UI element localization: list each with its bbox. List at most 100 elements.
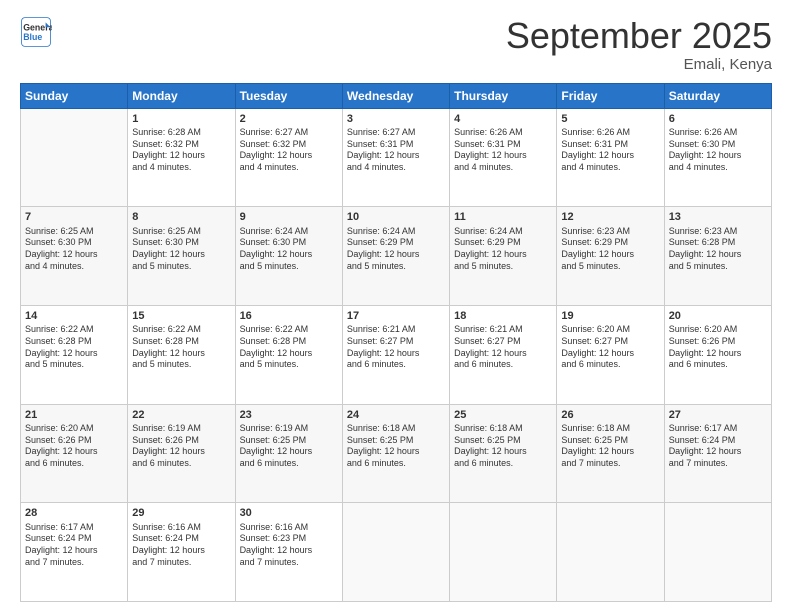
day-info: Sunrise: 6:18 AM Sunset: 6:25 PM Dayligh… — [561, 423, 659, 470]
day-number: 1 — [132, 112, 230, 126]
col-tuesday: Tuesday — [235, 83, 342, 108]
table-row: 11Sunrise: 6:24 AM Sunset: 6:29 PM Dayli… — [450, 207, 557, 306]
day-number: 27 — [669, 408, 767, 422]
table-row: 7Sunrise: 6:25 AM Sunset: 6:30 PM Daylig… — [21, 207, 128, 306]
day-number: 28 — [25, 506, 123, 520]
day-info: Sunrise: 6:21 AM Sunset: 6:27 PM Dayligh… — [454, 324, 552, 371]
calendar-week-row: 28 Sunrise: 6:17 AM Sunset: 6:24 PM Dayli… — [21, 503, 772, 602]
logo-icon: General Blue — [20, 16, 52, 48]
table-row: 28 Sunrise: 6:17 AM Sunset: 6:24 PM Dayli… — [21, 503, 128, 602]
table-row: 9 Sunrise: 6:24 AM Sunset: 6:30 PM Daylig… — [235, 207, 342, 306]
table-row: 15Sunrise: 6:22 AM Sunset: 6:28 PM Dayli… — [128, 305, 235, 404]
table-row: 25Sunrise: 6:18 AM Sunset: 6:25 PM Dayli… — [450, 404, 557, 503]
col-friday: Friday — [557, 83, 664, 108]
table-row — [557, 503, 664, 602]
day-info: Sunrise: 6:28 AM Sunset: 6:32 PM Dayligh… — [132, 127, 230, 174]
calendar-week-row: 1Sunrise: 6:28 AM Sunset: 6:32 PM Daylig… — [21, 108, 772, 207]
day-number: 6 — [669, 112, 767, 126]
day-info: Sunrise: 6:18 AM Sunset: 6:25 PM Dayligh… — [454, 423, 552, 470]
day-number: 23 — [240, 408, 338, 422]
svg-text:General: General — [23, 22, 52, 32]
day-number: 9 — [240, 210, 338, 224]
table-row: 17Sunrise: 6:21 AM Sunset: 6:27 PM Dayli… — [342, 305, 449, 404]
location: Emali, Kenya — [506, 56, 772, 73]
day-info: Sunrise: 6:22 AM Sunset: 6:28 PM Dayligh… — [25, 324, 123, 371]
day-number: 14 — [25, 309, 123, 323]
day-number: 13 — [669, 210, 767, 224]
day-info: Sunrise: 6:25 AM Sunset: 6:30 PM Dayligh… — [132, 226, 230, 273]
table-row: 8 Sunrise: 6:25 AM Sunset: 6:30 PM Daylig… — [128, 207, 235, 306]
day-info: Sunrise: 6:23 AM Sunset: 6:28 PM Dayligh… — [669, 226, 767, 273]
table-row — [664, 503, 771, 602]
table-row: 2Sunrise: 6:27 AM Sunset: 6:32 PM Daylig… — [235, 108, 342, 207]
title-block: September 2025 Emali, Kenya — [506, 16, 772, 73]
table-row: 27Sunrise: 6:17 AM Sunset: 6:24 PM Dayli… — [664, 404, 771, 503]
day-info: Sunrise: 6:26 AM Sunset: 6:31 PM Dayligh… — [454, 127, 552, 174]
day-number: 20 — [669, 309, 767, 323]
day-info: Sunrise: 6:24 AM Sunset: 6:30 PM Dayligh… — [240, 226, 338, 273]
day-number: 22 — [132, 408, 230, 422]
day-info: Sunrise: 6:18 AM Sunset: 6:25 PM Dayligh… — [347, 423, 445, 470]
month-title: September 2025 — [506, 16, 772, 56]
day-info: Sunrise: 6:27 AM Sunset: 6:31 PM Dayligh… — [347, 127, 445, 174]
calendar-table: Sunday Monday Tuesday Wednesday Thursday… — [20, 83, 772, 602]
day-number: 16 — [240, 309, 338, 323]
table-row: 4Sunrise: 6:26 AM Sunset: 6:31 PM Daylig… — [450, 108, 557, 207]
day-number: 26 — [561, 408, 659, 422]
table-row: 5Sunrise: 6:26 AM Sunset: 6:31 PM Daylig… — [557, 108, 664, 207]
day-info: Sunrise: 6:20 AM Sunset: 6:26 PM Dayligh… — [25, 423, 123, 470]
day-info: Sunrise: 6:16 AM Sunset: 6:24 PM Dayligh… — [132, 522, 230, 569]
col-monday: Monday — [128, 83, 235, 108]
day-number: 8 — [132, 210, 230, 224]
table-row: 26Sunrise: 6:18 AM Sunset: 6:25 PM Dayli… — [557, 404, 664, 503]
table-row: 14Sunrise: 6:22 AM Sunset: 6:28 PM Dayli… — [21, 305, 128, 404]
day-info: Sunrise: 6:23 AM Sunset: 6:29 PM Dayligh… — [561, 226, 659, 273]
table-row: 12 Sunrise: 6:23 AM Sunset: 6:29 PM Dayli… — [557, 207, 664, 306]
day-info: Sunrise: 6:27 AM Sunset: 6:32 PM Dayligh… — [240, 127, 338, 174]
day-number: 15 — [132, 309, 230, 323]
day-info: Sunrise: 6:20 AM Sunset: 6:27 PM Dayligh… — [561, 324, 659, 371]
day-info: Sunrise: 6:26 AM Sunset: 6:30 PM Dayligh… — [669, 127, 767, 174]
day-number: 29 — [132, 506, 230, 520]
col-wednesday: Wednesday — [342, 83, 449, 108]
day-number: 2 — [240, 112, 338, 126]
table-row: 6Sunrise: 6:26 AM Sunset: 6:30 PM Daylig… — [664, 108, 771, 207]
day-info: Sunrise: 6:19 AM Sunset: 6:25 PM Dayligh… — [240, 423, 338, 470]
table-row — [342, 503, 449, 602]
table-row: 30 Sunrise: 6:16 AM Sunset: 6:23 PM Dayli… — [235, 503, 342, 602]
table-row: 19Sunrise: 6:20 AM Sunset: 6:27 PM Dayli… — [557, 305, 664, 404]
day-number: 12 — [561, 210, 659, 224]
table-row — [21, 108, 128, 207]
table-row — [450, 503, 557, 602]
day-info: Sunrise: 6:17 AM Sunset: 6:24 PM Dayligh… — [669, 423, 767, 470]
day-number: 4 — [454, 112, 552, 126]
day-number: 7 — [25, 210, 123, 224]
day-number: 3 — [347, 112, 445, 126]
day-info: Sunrise: 6:22 AM Sunset: 6:28 PM Dayligh… — [132, 324, 230, 371]
day-number: 17 — [347, 309, 445, 323]
day-number: 19 — [561, 309, 659, 323]
day-info: Sunrise: 6:24 AM Sunset: 6:29 PM Dayligh… — [347, 226, 445, 273]
calendar-header-row: Sunday Monday Tuesday Wednesday Thursday… — [21, 83, 772, 108]
table-row: 22Sunrise: 6:19 AM Sunset: 6:26 PM Dayli… — [128, 404, 235, 503]
day-number: 18 — [454, 309, 552, 323]
day-info: Sunrise: 6:17 AM Sunset: 6:24 PM Dayligh… — [25, 522, 123, 569]
table-row: 13 Sunrise: 6:23 AM Sunset: 6:28 PM Dayli… — [664, 207, 771, 306]
page: General Blue September 2025 Emali, Kenya… — [0, 0, 792, 612]
svg-text:Blue: Blue — [23, 32, 42, 42]
day-info: Sunrise: 6:16 AM Sunset: 6:23 PM Dayligh… — [240, 522, 338, 569]
table-row: 10Sunrise: 6:24 AM Sunset: 6:29 PM Dayli… — [342, 207, 449, 306]
col-sunday: Sunday — [21, 83, 128, 108]
day-info: Sunrise: 6:22 AM Sunset: 6:28 PM Dayligh… — [240, 324, 338, 371]
day-info: Sunrise: 6:19 AM Sunset: 6:26 PM Dayligh… — [132, 423, 230, 470]
day-info: Sunrise: 6:24 AM Sunset: 6:29 PM Dayligh… — [454, 226, 552, 273]
table-row: 16Sunrise: 6:22 AM Sunset: 6:28 PM Dayli… — [235, 305, 342, 404]
day-number: 5 — [561, 112, 659, 126]
table-row: 3Sunrise: 6:27 AM Sunset: 6:31 PM Daylig… — [342, 108, 449, 207]
table-row: 29 Sunrise: 6:16 AM Sunset: 6:24 PM Dayli… — [128, 503, 235, 602]
logo: General Blue — [20, 16, 52, 48]
day-number: 21 — [25, 408, 123, 422]
day-number: 24 — [347, 408, 445, 422]
day-number: 30 — [240, 506, 338, 520]
table-row: 21Sunrise: 6:20 AM Sunset: 6:26 PM Dayli… — [21, 404, 128, 503]
